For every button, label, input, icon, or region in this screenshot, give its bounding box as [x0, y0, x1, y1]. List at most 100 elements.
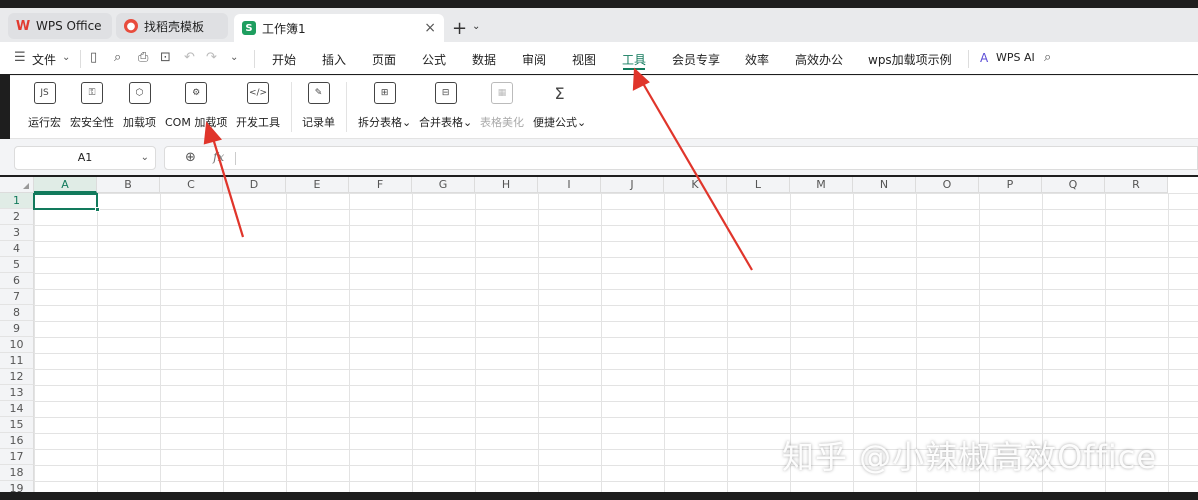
column-header-j[interactable]: J	[601, 177, 664, 193]
zoom-icon[interactable]: ⊕	[185, 150, 196, 165]
tab-office-efficiency[interactable]: 高效办公	[795, 51, 843, 68]
table-beautify-button[interactable]: ▦ 表格美化	[480, 82, 524, 130]
tab-formula[interactable]: 公式	[422, 51, 446, 68]
active-tab-indicator	[623, 68, 645, 70]
column-header-b[interactable]: B	[97, 177, 160, 193]
record-form-button[interactable]: ✎ 记录单	[302, 82, 335, 130]
row-header-6[interactable]: 6	[0, 273, 34, 289]
fill-handle[interactable]	[95, 207, 100, 212]
select-all-corner[interactable]	[0, 177, 34, 193]
hamburger-icon[interactable]: ☰	[14, 50, 26, 65]
chevron-down-icon[interactable]: ⌄	[472, 21, 480, 32]
ribbon-label: COM 加载项	[165, 116, 228, 129]
column-header-e[interactable]: E	[286, 177, 349, 193]
quick-formula-button[interactable]: Σ 便捷公式⌄	[533, 82, 586, 130]
tab-insert[interactable]: 插入	[322, 51, 346, 68]
row-header-10[interactable]: 10	[0, 337, 34, 353]
zhihu-watermark: 知乎 @小辣椒高效Office	[782, 438, 1158, 476]
row-header-3[interactable]: 3	[0, 225, 34, 241]
column-header-m[interactable]: M	[790, 177, 853, 193]
format-painter-icon[interactable]: ⌕	[114, 50, 121, 65]
row-header-16[interactable]: 16	[0, 433, 34, 449]
row-header-19[interactable]: 19	[0, 481, 34, 492]
print-icon[interactable]: ⎙	[138, 50, 148, 65]
tab-wps-office[interactable]: W WPS Office	[8, 13, 112, 39]
redo-icon[interactable]: ↷	[206, 50, 217, 65]
column-header-a[interactable]: A	[34, 177, 97, 193]
row-header-4[interactable]: 4	[0, 241, 34, 257]
tab-wps-addin-sample[interactable]: wps加载项示例	[868, 51, 952, 68]
tab-review[interactable]: 审阅	[522, 51, 546, 68]
column-header-h[interactable]: H	[475, 177, 538, 193]
addin-button[interactable]: ⬡ 加载项	[123, 82, 156, 130]
com-addin-button[interactable]: ⚙ COM 加载项	[165, 82, 227, 130]
row-header-18[interactable]: 18	[0, 465, 34, 481]
file-menu[interactable]: 文件	[32, 51, 56, 68]
tab-workbook[interactable]: S 工作簿1 ×	[234, 14, 444, 42]
close-tab-icon[interactable]: ×	[424, 20, 436, 36]
row-header-1[interactable]: 1	[0, 193, 34, 209]
active-cell-a1[interactable]	[33, 193, 100, 212]
split-table-button[interactable]: ⊞ 拆分表格⌄	[358, 82, 411, 130]
print-preview-icon[interactable]: ⊡	[160, 50, 171, 65]
column-header-r[interactable]: R	[1105, 177, 1168, 193]
menu-bar: ☰ 文件 ⌄ ▯ ⌕ ⎙ ⊡ ↶ ↷ ⌄ 开始 插入 页面 公式 数据 审阅 视…	[0, 42, 1198, 74]
row-header-13[interactable]: 13	[0, 385, 34, 401]
column-header-f[interactable]: F	[349, 177, 412, 193]
tab-member[interactable]: 会员专享	[672, 51, 720, 68]
row-header-11[interactable]: 11	[0, 353, 34, 369]
column-header-g[interactable]: G	[412, 177, 475, 193]
name-box-value: A1	[77, 151, 93, 164]
row-header-17[interactable]: 17	[0, 449, 34, 465]
developer-tools-button[interactable]: </> 开发工具	[236, 82, 280, 130]
tab-docer-templates[interactable]: ● 找稻壳模板	[116, 13, 228, 39]
wps-ai-button[interactable]: WPS AI	[996, 51, 1035, 64]
tab-label: WPS Office	[36, 19, 102, 33]
tab-efficiency[interactable]: 效率	[745, 51, 769, 68]
row-header-8[interactable]: 8	[0, 305, 34, 321]
tab-tools[interactable]: 工具	[622, 51, 646, 68]
run-macro-icon: JS	[33, 82, 56, 104]
tab-data[interactable]: 数据	[472, 51, 496, 68]
row-header-9[interactable]: 9	[0, 321, 34, 337]
row-header-5[interactable]: 5	[0, 257, 34, 273]
chevron-down-icon[interactable]: ⌄	[62, 52, 70, 63]
developer-tools-icon: </>	[247, 82, 269, 104]
run-macro-button[interactable]: JS 运行宏	[28, 82, 61, 130]
merge-table-button[interactable]: ⊟ 合并表格⌄	[419, 82, 472, 130]
row-header-2[interactable]: 2	[0, 209, 34, 225]
ribbon-label: 便捷公式⌄	[533, 116, 587, 129]
save-icon[interactable]: ▯	[90, 50, 97, 65]
new-tab-button[interactable]: +	[452, 18, 467, 39]
undo-icon[interactable]: ↶	[184, 50, 195, 65]
name-box[interactable]: A1 ⌄	[14, 146, 156, 170]
column-header-c[interactable]: C	[160, 177, 223, 193]
chevron-down-icon[interactable]: ⌄	[141, 147, 149, 169]
wps-ai-icon: A	[980, 51, 989, 65]
column-header-n[interactable]: N	[853, 177, 916, 193]
tab-view[interactable]: 视图	[572, 51, 596, 68]
ribbon-label: 开发工具	[236, 116, 280, 129]
column-header-l[interactable]: L	[727, 177, 790, 193]
row-header-14[interactable]: 14	[0, 401, 34, 417]
row-header-15[interactable]: 15	[0, 417, 34, 433]
tab-page[interactable]: 页面	[372, 51, 396, 68]
row-header-12[interactable]: 12	[0, 369, 34, 385]
column-header-q[interactable]: Q	[1042, 177, 1105, 193]
chevron-down-icon[interactable]: ⌄	[230, 52, 238, 63]
column-header-p[interactable]: P	[979, 177, 1042, 193]
row-header-7[interactable]: 7	[0, 289, 34, 305]
fx-icon[interactable]: fx	[213, 150, 224, 164]
macro-security-button[interactable]: ⚿ 宏安全性	[70, 82, 114, 130]
column-header-k[interactable]: K	[664, 177, 727, 193]
column-header-i[interactable]: I	[538, 177, 601, 193]
table-beautify-icon: ▦	[491, 82, 513, 104]
tab-start[interactable]: 开始	[272, 51, 296, 68]
column-header-o[interactable]: O	[916, 177, 979, 193]
ribbon-label: 宏安全性	[70, 116, 114, 129]
formula-input[interactable]: ⊕ fx	[164, 146, 1198, 170]
ribbon-tools: JS 运行宏 ⚿ 宏安全性 ⬡ 加载项 ⚙ COM 加载项 </> 开发工具 ✎…	[10, 75, 1198, 139]
column-header-d[interactable]: D	[223, 177, 286, 193]
search-icon[interactable]: ⌕	[1044, 50, 1051, 65]
addin-icon: ⬡	[128, 82, 151, 104]
